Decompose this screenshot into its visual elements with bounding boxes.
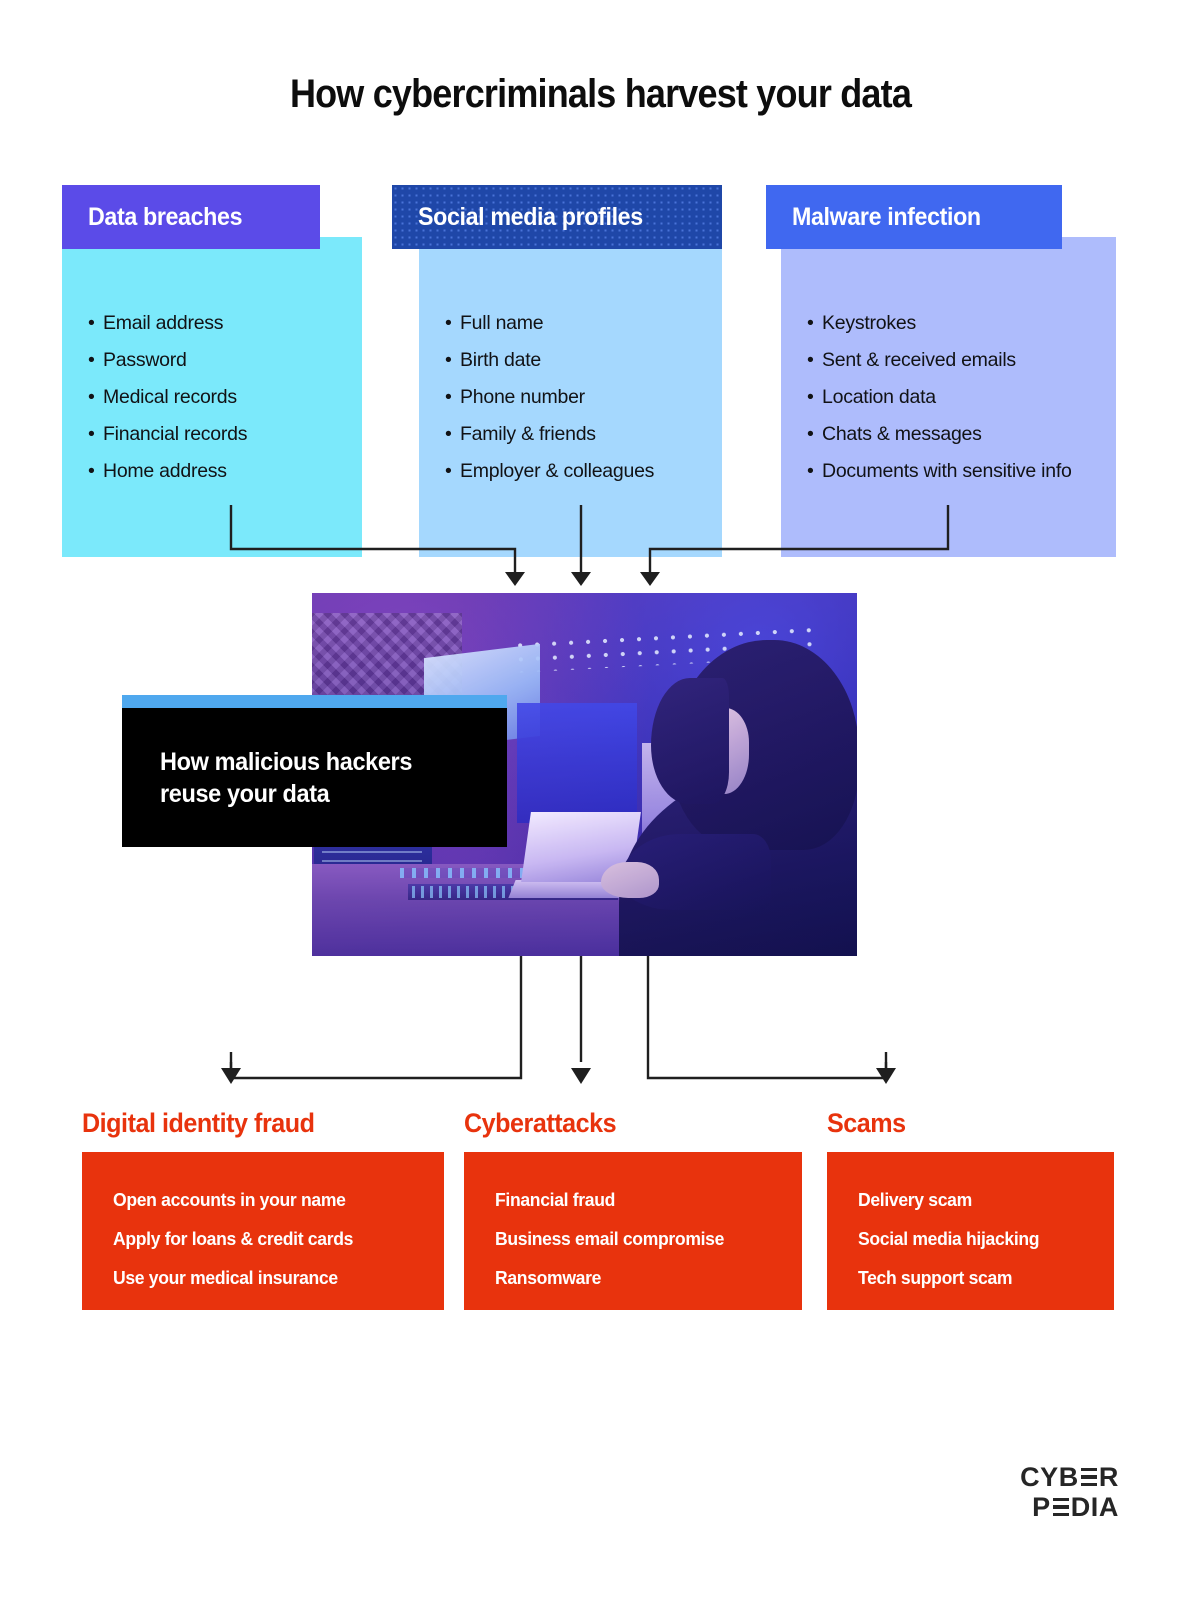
logo-bar-e-icon: [1080, 1467, 1097, 1487]
list-item: Business email compromise: [495, 1228, 725, 1249]
source-item-list: Keystrokes Sent & received emails Locati…: [807, 305, 1102, 490]
list-item: Family & friends: [445, 416, 708, 453]
connector-hero-to-identity-v: [229, 956, 523, 1080]
list-item: Financial records: [88, 416, 348, 453]
source-item-list: Full name Birth date Phone number Family…: [445, 305, 708, 490]
logo-text-dia: DIA: [1070, 1492, 1119, 1522]
list-item: Full name: [445, 305, 708, 342]
source-card-body: Full name Birth date Phone number Family…: [419, 237, 722, 557]
arrowhead-identity: [221, 1068, 241, 1084]
source-card-title: Data breaches: [88, 202, 243, 231]
list-item: Open accounts in your name: [113, 1189, 346, 1210]
outcome-item-list: Delivery scam Social media hijacking Tec…: [858, 1180, 1098, 1297]
source-card-body: Keystrokes Sent & received emails Locati…: [781, 237, 1116, 557]
source-card-header: Data breaches: [62, 185, 320, 249]
source-card-title: Social media profiles: [418, 202, 643, 231]
outcome-item-list: Open accounts in your name Apply for loa…: [113, 1180, 428, 1297]
list-item: Phone number: [445, 379, 708, 416]
logo-line-pedia: P DIA: [1020, 1492, 1119, 1522]
page-title: How cybercriminals harvest your data: [289, 72, 912, 116]
list-item: Medical records: [88, 379, 348, 416]
outcome-card-title: Scams: [827, 1108, 906, 1138]
list-item: Keystrokes: [807, 305, 1102, 342]
source-item-list: Email address Password Medical records F…: [88, 305, 348, 490]
logo-text-p: P: [1032, 1492, 1051, 1522]
logo-bar-e-icon: [1052, 1497, 1069, 1517]
infographic-canvas: How cybercriminals harvest your data Ema…: [0, 0, 1201, 1600]
arrowhead-cyberattacks: [571, 1068, 591, 1084]
list-item: Email address: [88, 305, 348, 342]
source-card-data-breaches: Email address Password Medical records F…: [62, 185, 362, 557]
hero-caption-box: How malicious hackers reuse your data: [122, 708, 507, 847]
cyberpedia-logo: CYB R P DIA: [1020, 1462, 1119, 1522]
list-item: Financial fraud: [495, 1189, 616, 1210]
source-card-malware-infection: Keystrokes Sent & received emails Locati…: [766, 185, 1116, 557]
outcome-card-box: Financial fraud Business email compromis…: [464, 1152, 802, 1310]
list-item: Employer & colleagues: [445, 453, 708, 490]
list-item: Delivery scam: [858, 1189, 972, 1210]
arrowhead-hero-right: [640, 572, 660, 586]
source-card-title: Malware infection: [792, 202, 981, 231]
outcome-card-box: Delivery scam Social media hijacking Tec…: [827, 1152, 1114, 1310]
arrowhead-scams: [876, 1068, 896, 1084]
list-item: Password: [88, 342, 348, 379]
outcome-card-title: Digital identity fraud: [82, 1108, 315, 1138]
connector-hero-to-scams-v: [646, 956, 888, 1080]
logo-line-cyber: CYB R: [1020, 1462, 1119, 1492]
list-item: Chats & messages: [807, 416, 1102, 453]
list-item: Use your medical insurance: [113, 1267, 338, 1288]
arrowhead-hero-left: [505, 572, 525, 586]
list-item: Tech support scam: [858, 1267, 1013, 1288]
outcome-item-list: Financial fraud Business email compromis…: [495, 1180, 786, 1297]
list-item: Birth date: [445, 342, 708, 379]
source-card-social-media-profiles: Full name Birth date Phone number Family…: [392, 185, 722, 557]
hero-caption-accent-bar: [122, 695, 507, 708]
outcome-card-title: Cyberattacks: [464, 1108, 617, 1138]
list-item: Ransomware: [495, 1267, 602, 1288]
list-item: Social media hijacking: [858, 1228, 1040, 1249]
source-card-header: Malware infection: [766, 185, 1062, 249]
hero-caption-text: How malicious hackers reuse your data: [160, 747, 413, 808]
list-item: Home address: [88, 453, 348, 490]
list-item: Sent & received emails: [807, 342, 1102, 379]
list-item: Apply for loans & credit cards: [113, 1228, 354, 1249]
logo-text-cyb: CYB: [1020, 1462, 1079, 1492]
list-item: Location data: [807, 379, 1102, 416]
source-card-header: Social media profiles: [392, 185, 722, 249]
logo-text-r: R: [1098, 1462, 1119, 1492]
source-card-body: Email address Password Medical records F…: [62, 237, 362, 557]
arrowhead-hero-center: [571, 572, 591, 586]
list-item: Documents with sensitive info: [807, 453, 1102, 490]
outcome-card-box: Open accounts in your name Apply for loa…: [82, 1152, 444, 1310]
